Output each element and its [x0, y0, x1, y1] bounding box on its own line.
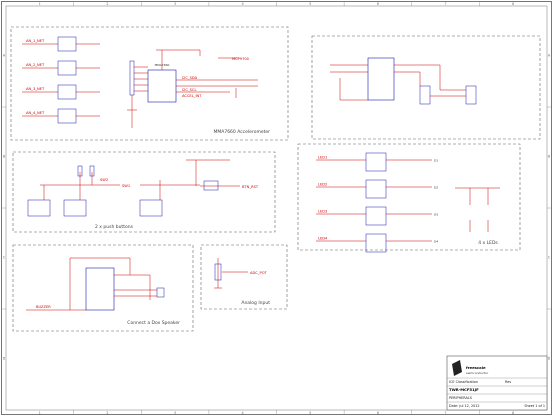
- speaker-connector: [156, 287, 165, 298]
- section-box-mux: [311, 35, 541, 140]
- net-led: LED4: [318, 237, 328, 241]
- border-row-label: C: [548, 256, 551, 260]
- net-accel-input: AN_2_NET: [26, 63, 45, 67]
- net-btn-rst: BTN_RST: [242, 185, 259, 189]
- border-col-label: 6: [377, 2, 379, 6]
- border-row-label: B: [548, 155, 550, 159]
- net-sw1: SW1: [122, 184, 130, 188]
- net-led: LED3: [318, 210, 327, 214]
- push-buttons-section: SW1 SW2 BTN_RST 2 x push buttons: [12, 151, 276, 233]
- led-ref: D2: [434, 186, 438, 190]
- net-led: LED1: [318, 156, 327, 160]
- led-ref: D4: [434, 240, 438, 244]
- net-vref: MCP9700: [232, 57, 250, 61]
- sheet-title: PERIPHERALS: [449, 396, 472, 400]
- accel-buffer-chip: [57, 60, 77, 76]
- net-accel-input: AN_1_NET: [26, 39, 45, 43]
- border-col-label: 1: [39, 411, 41, 415]
- schematic-sheet: 1 1 2 2 3 3 4 4 5 5 6 6 7 7 8 8 A A B B C C D D AN_1_NET AN_2_NE…: [0, 0, 553, 416]
- border-col-label: 4: [242, 411, 244, 415]
- net-i2c-scl: I2C_SCL: [182, 88, 196, 92]
- header-j2: [465, 85, 477, 105]
- mux-chip: [367, 57, 395, 101]
- annotation-analog-input: Analog Input: [241, 300, 270, 306]
- border-col-label: 3: [174, 411, 176, 415]
- border-col-label: 2: [106, 2, 108, 6]
- border-col-label: 8: [512, 2, 514, 6]
- mux-section: [311, 35, 541, 140]
- speaker-section: BUZZER Connect a Dox Speaker: [12, 244, 194, 332]
- net-buzzer: BUZZER: [36, 305, 51, 309]
- switch-rst: [139, 199, 163, 217]
- mma7660-chip: [147, 69, 177, 103]
- border-col-label: 7: [445, 411, 447, 415]
- schematic-drawing: 1 1 2 2 3 3 4 4 5 5 6 6 7 7 8 8 A A B B C C D D AN_1_NET AN_2_NE…: [1, 1, 552, 415]
- accel-buffer-chip: [57, 36, 77, 52]
- annotation-push-buttons: 2 x push buttons: [95, 224, 134, 230]
- border-col-label: 7: [445, 2, 447, 6]
- annotation-leds: 4 x LEDs: [478, 240, 498, 246]
- accel-buffer-chip: [57, 84, 77, 100]
- project-name: TWR-MCF51JF: [449, 387, 479, 392]
- border-row-label: A: [3, 54, 6, 58]
- border-col-label: 5: [309, 2, 311, 6]
- border-row-label: C: [3, 256, 6, 260]
- border-row-label: B: [3, 155, 5, 159]
- switch-sw2: [63, 199, 87, 217]
- net-i2c-sda: I2C_SDA: [182, 76, 198, 80]
- border-col-label: 3: [174, 2, 176, 6]
- border-row-label: D: [3, 357, 6, 361]
- led-button: [203, 180, 219, 191]
- border-col-label: 6: [377, 411, 379, 415]
- net-adc-pot: ADC_POT: [250, 271, 268, 275]
- led-driver-chip: [365, 179, 387, 199]
- switch-sw1: [27, 199, 51, 217]
- brand-subtitle: semiconductor: [466, 371, 489, 375]
- header-j1: [419, 85, 431, 105]
- accel-buffer-chip: [57, 108, 77, 124]
- net-accel-input: AN_4_NET: [26, 111, 45, 115]
- led-driver-chip: [365, 233, 387, 253]
- border-row-label: A: [548, 54, 551, 58]
- title-date: Date: Jul 12, 2012: [449, 404, 480, 408]
- accel-connector: [129, 60, 135, 96]
- annotation-speaker: Connect a Dox Speaker: [127, 320, 180, 326]
- inner-frame: [5, 5, 548, 411]
- title-row-classification: ICE Classification: [449, 380, 478, 384]
- annotation-accelerometer: MMA7660 Accelerometer: [213, 129, 270, 135]
- net-led: LED2: [318, 183, 327, 187]
- net-sw2: SW2: [100, 178, 108, 182]
- brand-name: freescale: [466, 365, 486, 370]
- net-accel-input: AN_3_NET: [26, 87, 45, 91]
- title-rev-label: Rev: [505, 380, 511, 384]
- led-driver-chip: [365, 206, 387, 226]
- outer-frame: [1, 1, 552, 415]
- analog-input-section: ADC_POT Analog Input: [200, 244, 288, 310]
- sheet-number: Sheet 1 of 1: [524, 404, 545, 408]
- border-col-label: 8: [512, 411, 514, 415]
- led-ref: D1: [434, 159, 438, 163]
- section-box-analog-input: [200, 244, 288, 310]
- title-block: freescale semiconductor ICE Classificati…: [446, 355, 548, 411]
- accelerometer-section: AN_1_NET AN_2_NET AN_3_NET AN_4_NET MMA7660…: [10, 26, 289, 141]
- section-box-push-buttons: [12, 151, 276, 233]
- border-col-label: 2: [106, 411, 108, 415]
- led-ref: D3: [434, 213, 438, 217]
- border-col-label: 1: [39, 2, 41, 6]
- border-col-label: 5: [309, 411, 311, 415]
- border-col-label: 4: [242, 2, 244, 6]
- amplifier-chip: [85, 267, 115, 311]
- net-accel-int: ACCEL_INT: [182, 94, 202, 98]
- leds-section: LED1 D1 LED2 D2 LED3 D3 LED4 D4 4 x LEDs: [297, 143, 521, 253]
- border-row-label: D: [548, 357, 551, 361]
- led-driver-chip: [365, 152, 387, 172]
